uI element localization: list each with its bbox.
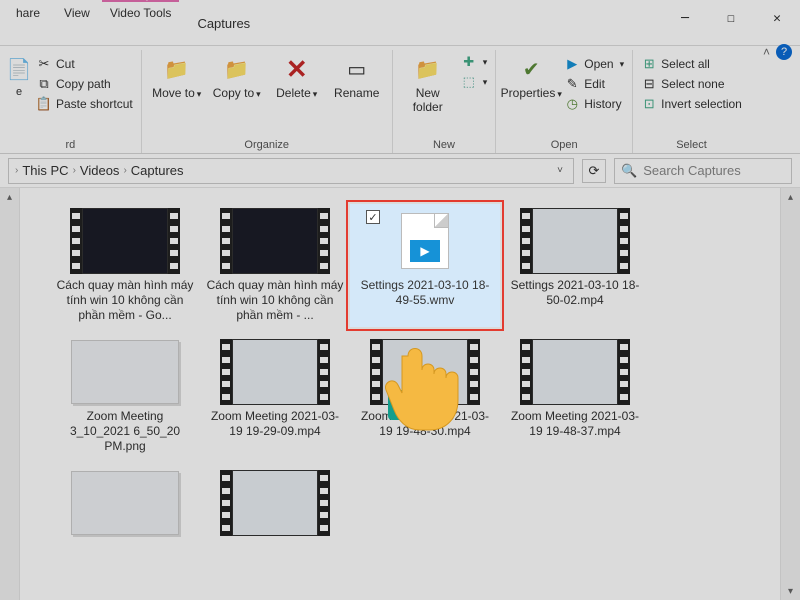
crumb-captures[interactable]: Captures: [131, 163, 184, 178]
breadcrumb-box[interactable]: › This PC › Videos › Captures ˅: [8, 158, 574, 184]
pointer-hand-icon: [372, 320, 492, 440]
select-all-button[interactable]: ⊞Select all: [641, 56, 742, 72]
edit-icon: ✎: [564, 76, 580, 92]
scroll-down-icon[interactable]: ▾: [782, 582, 800, 600]
rename-button[interactable]: ▭ Rename: [330, 52, 384, 100]
group-clipboard: 📄 e ✂Cut ⧉Copy path 📋Paste shortcut rd: [0, 50, 142, 153]
chevron-right-icon: ›: [123, 165, 126, 176]
file-item[interactable]: Settings 2021-03-10 18-50-02.mp4: [500, 204, 650, 327]
paste-shortcut-button[interactable]: 📋Paste shortcut: [36, 96, 133, 112]
file-item[interactable]: ✓▶ Settings 2021-03-10 18-49-55.wmv: [350, 204, 500, 327]
invert-selection-icon: ⊡: [641, 96, 657, 112]
tab-view[interactable]: View: [52, 2, 102, 24]
cut-icon: ✂: [36, 56, 52, 72]
scroll-up-icon[interactable]: ▴: [1, 188, 19, 206]
file-item[interactable]: [200, 466, 350, 544]
group-label-select: Select: [676, 137, 707, 153]
easy-access-icon: ⬚: [461, 74, 477, 90]
group-label-clipboard: rd: [65, 137, 75, 153]
history-icon: ◷: [564, 96, 580, 112]
address-dropdown-icon[interactable]: ˅: [553, 165, 567, 176]
paste-button[interactable]: 📄 e: [8, 52, 30, 98]
refresh-button[interactable]: ⟳: [582, 159, 606, 183]
search-input[interactable]: 🔍 Search Captures: [614, 158, 792, 184]
paste-shortcut-icon: 📋: [36, 96, 52, 112]
crumb-this-pc[interactable]: This PC: [22, 163, 68, 178]
new-item-button[interactable]: ✚▾: [461, 54, 488, 70]
file-item[interactable]: Cách quay màn hình máy tính win 10 không…: [200, 204, 350, 327]
select-none-icon: ⊟: [641, 76, 657, 92]
rename-icon: ▭: [342, 54, 372, 84]
file-name-label: Cách quay màn hình máy tính win 10 không…: [55, 278, 195, 323]
cut-button[interactable]: ✂Cut: [36, 56, 133, 72]
help-icon[interactable]: ?: [776, 44, 792, 60]
file-item[interactable]: Cách quay màn hình máy tính win 10 không…: [50, 204, 200, 327]
group-open: ✔ Properties▾ ▶Open▾ ✎Edit ◷History Open: [496, 50, 633, 153]
chevron-right-icon: ›: [73, 165, 76, 176]
new-item-icon: ✚: [461, 54, 477, 70]
file-item[interactable]: Zoom Meeting 2021-03-19 19-48-37.mp4: [500, 335, 650, 458]
copy-path-button[interactable]: ⧉Copy path: [36, 76, 133, 92]
file-item[interactable]: [50, 466, 200, 544]
move-to-icon: 📁: [162, 54, 192, 84]
history-button[interactable]: ◷History: [564, 96, 624, 112]
group-organize: 📁 Move to▾ 📁 Copy to▾ ✕ Delete▾ ▭ Rename…: [142, 50, 393, 153]
scroll-up-icon[interactable]: ▴: [782, 188, 800, 206]
group-label-organize: Organize: [244, 137, 289, 153]
file-name-label: Settings 2021-03-10 18-49-55.wmv: [355, 278, 495, 308]
open-icon: ▶: [564, 56, 580, 72]
refresh-icon: ⟳: [589, 163, 600, 179]
file-item[interactable]: Zoom Meeting 2021-03-19 19-29-09.mp4: [200, 335, 350, 458]
close-button[interactable]: ✕: [754, 4, 800, 32]
move-to-button[interactable]: 📁 Move to▾: [150, 52, 204, 100]
invert-selection-button[interactable]: ⊡Invert selection: [641, 96, 742, 112]
minimize-button[interactable]: ─: [662, 4, 708, 32]
file-name-label: Zoom Meeting 3_10_2021 6_50_20 PM.png: [55, 409, 195, 454]
paste-icon: 📄: [4, 54, 34, 84]
search-icon: 🔍: [621, 163, 637, 179]
ribbon-collapse-row: ˄ ?: [763, 44, 792, 60]
file-name-label: Zoom Meeting 2021-03-19 19-29-09.mp4: [205, 409, 345, 439]
open-button[interactable]: ▶Open▾: [564, 56, 624, 72]
delete-button[interactable]: ✕ Delete▾: [270, 52, 324, 100]
copy-path-icon: ⧉: [36, 76, 52, 92]
new-folder-icon: 📁: [413, 54, 443, 84]
properties-button[interactable]: ✔ Properties▾: [504, 52, 558, 100]
crumb-videos[interactable]: Videos: [80, 163, 120, 178]
group-label-new: New: [433, 137, 455, 153]
file-name-label: Settings 2021-03-10 18-50-02.mp4: [505, 278, 645, 308]
delete-icon: ✕: [282, 54, 312, 84]
context-tab-group: Play Video Tools: [102, 0, 180, 24]
select-none-button[interactable]: ⊟Select none: [641, 76, 742, 92]
chevron-up-icon[interactable]: ˄: [763, 45, 770, 59]
search-placeholder: Search Captures: [643, 163, 741, 178]
group-new: 📁 New folder ✚▾ ⬚▾ New: [393, 50, 497, 153]
nav-scrollbar[interactable]: ▴: [0, 188, 20, 600]
file-name-label: Zoom Meeting 2021-03-19 19-48-37.mp4: [505, 409, 645, 439]
address-bar-row: › This PC › Videos › Captures ˅ ⟳ 🔍 Sear…: [0, 154, 800, 188]
file-name-label: Cách quay màn hình máy tính win 10 không…: [205, 278, 345, 323]
group-label-open: Open: [551, 137, 578, 153]
titlebar: hare View Play Video Tools Captures ─ ☐ …: [0, 0, 800, 46]
easy-access-button[interactable]: ⬚▾: [461, 74, 488, 90]
chevron-right-icon: ›: [15, 165, 18, 176]
properties-icon: ✔: [516, 54, 546, 84]
tab-video-tools[interactable]: Video Tools: [102, 2, 180, 24]
edit-button[interactable]: ✎Edit: [564, 76, 624, 92]
file-item[interactable]: Zoom Meeting 3_10_2021 6_50_20 PM.png: [50, 335, 200, 458]
tab-share[interactable]: hare: [4, 2, 52, 24]
ribbon-tab-row: hare View Play Video Tools: [0, 0, 179, 24]
ribbon: 📄 e ✂Cut ⧉Copy path 📋Paste shortcut rd 📁…: [0, 46, 800, 154]
content-scrollbar[interactable]: ▴ ▾: [780, 188, 800, 600]
select-all-icon: ⊞: [641, 56, 657, 72]
copy-to-icon: 📁: [222, 54, 252, 84]
window-title: Captures: [197, 16, 662, 31]
group-select: ⊞Select all ⊟Select none ⊡Invert selecti…: [633, 50, 750, 153]
maximize-button[interactable]: ☐: [708, 4, 754, 32]
copy-to-button[interactable]: 📁 Copy to▾: [210, 52, 264, 100]
new-folder-button[interactable]: 📁 New folder: [401, 52, 455, 114]
